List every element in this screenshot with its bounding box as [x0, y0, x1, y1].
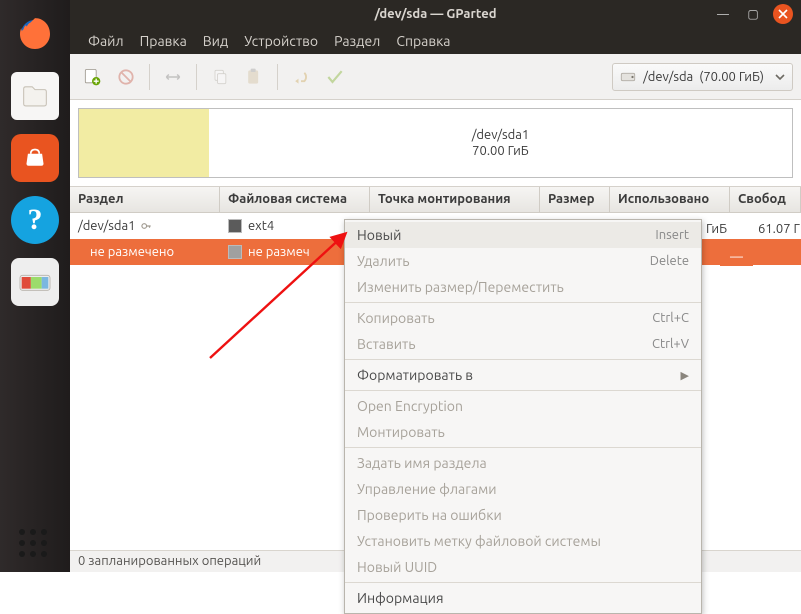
menu-item[interactable]: НовыйInsert — [345, 222, 701, 248]
menubar: Файл Правка Вид Устройство Раздел Справк… — [70, 28, 801, 54]
minimize-button[interactable]: — — [713, 4, 733, 24]
partition-map-name: /dev/sda1 — [472, 128, 530, 142]
fs-name: ext4 — [248, 219, 274, 233]
ubuntu-dock: ? — [0, 0, 70, 572]
partition-map-used — [79, 109, 209, 177]
fs-color-swatch — [228, 245, 242, 259]
menu-item: Монтировать — [345, 419, 701, 445]
col-size[interactable]: Размер — [540, 187, 610, 212]
menu-item: Установить метку файловой системы — [345, 528, 701, 554]
row0-used-unit: ГиБ — [706, 222, 727, 236]
row1-used-unit: — — [720, 248, 753, 266]
menu-edit[interactable]: Правка — [140, 33, 187, 49]
menu-item: Новый UUID — [345, 554, 701, 580]
partition-map-caption: /dev/sda1 70.00 ГиБ — [209, 109, 792, 177]
row0-free: 61.07 Г — [758, 222, 800, 236]
toolbar-paste — [240, 63, 268, 91]
toolbar-apply — [321, 63, 349, 91]
toolbar-delete — [112, 63, 140, 91]
chevron-down-icon — [774, 71, 786, 83]
toolbar-new[interactable] — [78, 63, 106, 91]
window-title: /dev/sda — GParted — [375, 7, 497, 21]
chevron-right-icon: ▶ — [681, 369, 689, 382]
menu-item: ВставитьCtrl+V — [345, 331, 701, 357]
partition-name: не размечено — [90, 245, 174, 259]
maximize-button[interactable]: ▢ — [743, 4, 763, 24]
menu-item: Проверить на ошибки — [345, 502, 701, 528]
dock-firefox[interactable] — [11, 10, 59, 58]
titlebar: /dev/sda — GParted — ▢ — [70, 0, 801, 28]
table-header: Раздел Файловая система Точка монтирован… — [70, 187, 801, 213]
close-button[interactable] — [773, 4, 793, 24]
menu-file[interactable]: Файл — [88, 33, 124, 49]
partition-map-size: 70.00 ГиБ — [472, 144, 529, 158]
dock-gparted[interactable] — [11, 258, 59, 306]
menu-item[interactable]: Информация — [345, 585, 701, 611]
menu-item: Задать имя раздела — [345, 450, 701, 476]
partition-map[interactable]: /dev/sda1 70.00 ГиБ — [78, 108, 793, 178]
menu-item[interactable]: Форматировать в▶ — [345, 362, 701, 388]
menu-item: Управление флагами — [345, 476, 701, 502]
menu-view[interactable]: Вид — [203, 33, 228, 49]
menu-device[interactable]: Устройство — [244, 33, 318, 49]
col-used[interactable]: Использовано — [610, 187, 730, 212]
col-free[interactable]: Свобод — [730, 187, 801, 212]
partition-context-menu: НовыйInsertУдалитьDeleteИзменить размер/… — [344, 219, 702, 614]
col-mountpoint[interactable]: Точка монтирования — [370, 187, 540, 212]
dock-files[interactable] — [11, 72, 59, 120]
menu-item: Open Encryption — [345, 393, 701, 419]
lock-icon — [139, 219, 153, 233]
col-partition[interactable]: Раздел — [70, 187, 220, 212]
menu-item: КопироватьCtrl+C — [345, 305, 701, 331]
menu-help[interactable]: Справка — [396, 33, 450, 49]
device-size: (70.00 ГиБ) — [699, 70, 764, 84]
partition-name: /dev/sda1 — [78, 219, 136, 233]
menu-partition[interactable]: Раздел — [334, 33, 380, 49]
fs-color-swatch — [228, 219, 242, 233]
help-glyph: ? — [28, 203, 43, 237]
col-filesystem[interactable]: Файловая система — [220, 187, 370, 212]
toolbar-undo — [287, 63, 315, 91]
toolbar-copy — [206, 63, 234, 91]
toolbar: /dev/sda (70.00 ГиБ) — [70, 54, 801, 100]
menu-item: Изменить размер/Переместить — [345, 274, 701, 300]
status-text: 0 запланированных операций — [78, 554, 261, 568]
drive-icon — [619, 68, 637, 86]
menu-item: УдалитьDelete — [345, 248, 701, 274]
fs-name: не размеч — [248, 245, 310, 259]
show-applications[interactable] — [0, 518, 70, 572]
device-selector[interactable]: /dev/sda (70.00 ГиБ) — [612, 63, 793, 91]
device-name: /dev/sda — [643, 70, 693, 84]
toolbar-resize — [159, 63, 187, 91]
dock-help[interactable]: ? — [11, 196, 59, 244]
dock-software[interactable] — [11, 134, 59, 182]
